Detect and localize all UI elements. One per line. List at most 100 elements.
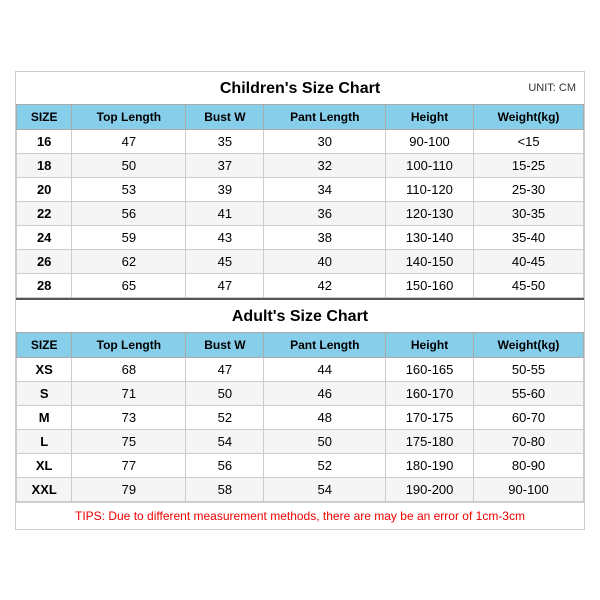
- table-cell: 35-40: [474, 225, 584, 249]
- table-cell: 50: [264, 429, 386, 453]
- table-cell: 77: [72, 453, 186, 477]
- children-title-text: Children's Size Chart: [220, 80, 380, 97]
- table-cell: 26: [17, 249, 72, 273]
- table-cell: 59: [72, 225, 186, 249]
- table-cell: 25-30: [474, 177, 584, 201]
- table-cell: 15-25: [474, 153, 584, 177]
- table-cell: 170-175: [386, 405, 474, 429]
- col-header-size-c: SIZE: [17, 104, 72, 129]
- table-cell: 36: [264, 201, 386, 225]
- table-cell: 35: [186, 129, 264, 153]
- table-cell: 110-120: [386, 177, 474, 201]
- table-cell: 28: [17, 273, 72, 297]
- table-cell: 75: [72, 429, 186, 453]
- col-header-pant-a: Pant Length: [264, 332, 386, 357]
- table-cell: 80-90: [474, 453, 584, 477]
- tips-text: TIPS: Due to different measurement metho…: [16, 502, 584, 529]
- children-size-table: SIZE Top Length Bust W Pant Length Heigh…: [16, 104, 584, 298]
- table-cell: 22: [17, 201, 72, 225]
- table-cell: 60-70: [474, 405, 584, 429]
- table-cell: 79: [72, 477, 186, 501]
- table-cell: 39: [186, 177, 264, 201]
- table-cell: 45: [186, 249, 264, 273]
- table-cell: 47: [186, 273, 264, 297]
- table-cell: 34: [264, 177, 386, 201]
- table-cell: 32: [264, 153, 386, 177]
- adult-header-row: SIZE Top Length Bust W Pant Length Heigh…: [17, 332, 584, 357]
- table-cell: 50: [186, 381, 264, 405]
- children-section-title: Children's Size Chart UNIT: CM: [16, 72, 584, 104]
- table-cell: 43: [186, 225, 264, 249]
- table-cell: 71: [72, 381, 186, 405]
- col-header-top-length-a: Top Length: [72, 332, 186, 357]
- table-cell: 180-190: [386, 453, 474, 477]
- col-header-top-length-c: Top Length: [72, 104, 186, 129]
- col-header-weight-a: Weight(kg): [474, 332, 584, 357]
- table-cell: 56: [72, 201, 186, 225]
- children-header-row: SIZE Top Length Bust W Pant Length Heigh…: [17, 104, 584, 129]
- table-cell: 40-45: [474, 249, 584, 273]
- table-cell: 190-200: [386, 477, 474, 501]
- col-header-height-a: Height: [386, 332, 474, 357]
- table-cell: 30-35: [474, 201, 584, 225]
- col-header-pant-c: Pant Length: [264, 104, 386, 129]
- col-header-bust-c: Bust W: [186, 104, 264, 129]
- table-cell: 54: [186, 429, 264, 453]
- table-cell: 56: [186, 453, 264, 477]
- table-cell: 50-55: [474, 357, 584, 381]
- table-row: 28654742150-16045-50: [17, 273, 584, 297]
- table-cell: 52: [186, 405, 264, 429]
- table-row: L755450175-18070-80: [17, 429, 584, 453]
- table-cell: 55-60: [474, 381, 584, 405]
- table-cell: 18: [17, 153, 72, 177]
- table-cell: 70-80: [474, 429, 584, 453]
- table-cell: 46: [264, 381, 386, 405]
- table-cell: 45-50: [474, 273, 584, 297]
- table-cell: <15: [474, 129, 584, 153]
- unit-label: UNIT: CM: [528, 82, 576, 94]
- size-chart-container: Children's Size Chart UNIT: CM SIZE Top …: [15, 71, 585, 530]
- table-cell: 47: [186, 357, 264, 381]
- table-row: 24594338130-14035-40: [17, 225, 584, 249]
- table-cell: 90-100: [474, 477, 584, 501]
- table-row: 22564136120-13030-35: [17, 201, 584, 225]
- col-header-bust-a: Bust W: [186, 332, 264, 357]
- table-cell: 54: [264, 477, 386, 501]
- col-header-size-a: SIZE: [17, 332, 72, 357]
- table-row: 26624540140-15040-45: [17, 249, 584, 273]
- table-cell: S: [17, 381, 72, 405]
- table-cell: L: [17, 429, 72, 453]
- table-cell: 52: [264, 453, 386, 477]
- table-cell: 53: [72, 177, 186, 201]
- adult-size-table: SIZE Top Length Bust W Pant Length Heigh…: [16, 332, 584, 502]
- table-row: XXL795854190-20090-100: [17, 477, 584, 501]
- table-row: 18503732100-11015-25: [17, 153, 584, 177]
- table-cell: 130-140: [386, 225, 474, 249]
- table-row: M735248170-17560-70: [17, 405, 584, 429]
- table-cell: 24: [17, 225, 72, 249]
- table-cell: 48: [264, 405, 386, 429]
- table-cell: 175-180: [386, 429, 474, 453]
- adult-title-text: Adult's Size Chart: [232, 308, 368, 325]
- table-cell: 62: [72, 249, 186, 273]
- table-cell: 30: [264, 129, 386, 153]
- table-cell: 37: [186, 153, 264, 177]
- table-cell: 100-110: [386, 153, 474, 177]
- table-cell: 90-100: [386, 129, 474, 153]
- table-cell: XXL: [17, 477, 72, 501]
- table-cell: 73: [72, 405, 186, 429]
- table-cell: 16: [17, 129, 72, 153]
- table-cell: 58: [186, 477, 264, 501]
- table-cell: 140-150: [386, 249, 474, 273]
- table-cell: 47: [72, 129, 186, 153]
- table-cell: XS: [17, 357, 72, 381]
- table-cell: 50: [72, 153, 186, 177]
- table-row: XL775652180-19080-90: [17, 453, 584, 477]
- table-cell: 40: [264, 249, 386, 273]
- table-cell: 160-170: [386, 381, 474, 405]
- table-cell: 44: [264, 357, 386, 381]
- table-cell: 42: [264, 273, 386, 297]
- table-row: 1647353090-100<15: [17, 129, 584, 153]
- table-row: S715046160-17055-60: [17, 381, 584, 405]
- table-cell: 150-160: [386, 273, 474, 297]
